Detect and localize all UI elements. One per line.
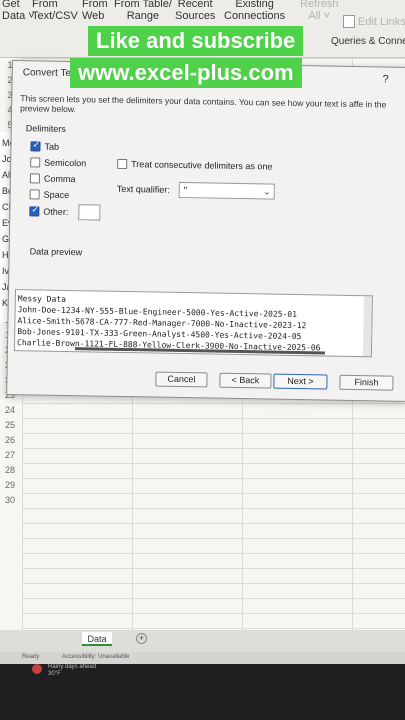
sheet-tab-data[interactable]: Data [82,632,112,646]
space-checkbox[interactable] [29,189,40,200]
cell-a[interactable]: Al [2,170,10,180]
help-button[interactable]: ? [382,73,388,85]
row-header[interactable]: 30 [0,495,20,505]
text-qualifier-label: Text qualifier: [116,183,170,195]
row-header[interactable]: 26 [0,435,20,445]
data-preview-label: Data preview [29,246,83,258]
row-header[interactable]: 28 [0,465,20,475]
treat-consecutive-checkbox[interactable] [117,158,128,170]
weather-widget[interactable]: Rainy days ahead 30°F [48,664,96,678]
row-header[interactable]: 25 [0,420,20,430]
dialog-title: Convert Te [22,67,72,80]
semicolon-label: Semicolon [44,157,87,169]
edit-links-button[interactable]: Edit Links [358,16,405,28]
recent-sources-button[interactable]: Recent Sources [175,0,215,22]
delimiters-label: Delimiters [25,123,66,134]
row-header[interactable]: 27 [0,450,20,460]
ready-status: Ready [22,654,40,660]
add-sheet-button[interactable]: + [136,633,147,644]
taskbar: Rainy days ahead 30°F [0,664,405,720]
other-label: Other: [43,206,69,218]
next-button[interactable]: Next > [273,373,328,390]
other-delimiter-input[interactable] [78,204,101,221]
website-banner: www.excel-plus.com [70,58,302,88]
edit-links-icon [343,15,355,28]
comma-label: Comma [43,173,76,185]
queries-connections-button[interactable]: Queries & Conne [331,36,405,47]
data-preview-box[interactable]: Messy Data John-Doe-1234-NY-555-Blue-Engi… [13,289,373,358]
subscribe-banner: Like and subscribe [88,26,304,56]
text-qualifier-select[interactable]: " ⌄ [178,181,275,200]
treat-consecutive-label: Treat consecutive delimiters as one [131,159,273,172]
convert-text-to-columns-dialog: Convert Te ? This screen lets you set th… [6,60,405,402]
row-header[interactable]: 29 [0,480,20,490]
from-table-range-button[interactable]: From Table/ Range [114,0,172,22]
tab-label: Tab [44,141,60,152]
text-qualifier-value: " [183,185,188,196]
tab-checkbox[interactable] [30,141,41,152]
existing-connections-button[interactable]: Existing Connections [224,0,285,22]
back-button[interactable]: < Back [219,372,272,389]
from-web-button[interactable]: From Web [82,0,108,22]
refresh-all-button[interactable]: Refresh All ˅ [300,0,339,22]
get-data-button[interactable]: Get Data ˅ [2,0,35,22]
semicolon-checkbox[interactable] [30,157,41,168]
from-text-csv-button[interactable]: From Text/CSV [32,0,78,22]
accessibility-status[interactable]: Accessibility: Unavailable [62,654,129,660]
space-label: Space [43,189,70,201]
weather-temp: 30°F [48,671,61,677]
status-bar: Ready Accessibility: Unavailable [0,652,405,664]
comma-checkbox[interactable] [29,173,41,184]
finish-button[interactable]: Finish [339,374,394,391]
sheet-tab-bar: Data + [0,630,405,652]
row-header[interactable]: 24 [0,405,20,415]
weather-text: Rainy days ahead [48,664,97,670]
cancel-button[interactable]: Cancel [155,371,208,388]
other-checkbox[interactable] [29,206,40,217]
dialog-description: This screen lets you set the delimiters … [20,93,387,115]
weather-icon [32,664,42,674]
preview-vertical-scrollbar[interactable] [362,296,372,357]
chevron-down-icon: ⌄ [263,186,271,197]
